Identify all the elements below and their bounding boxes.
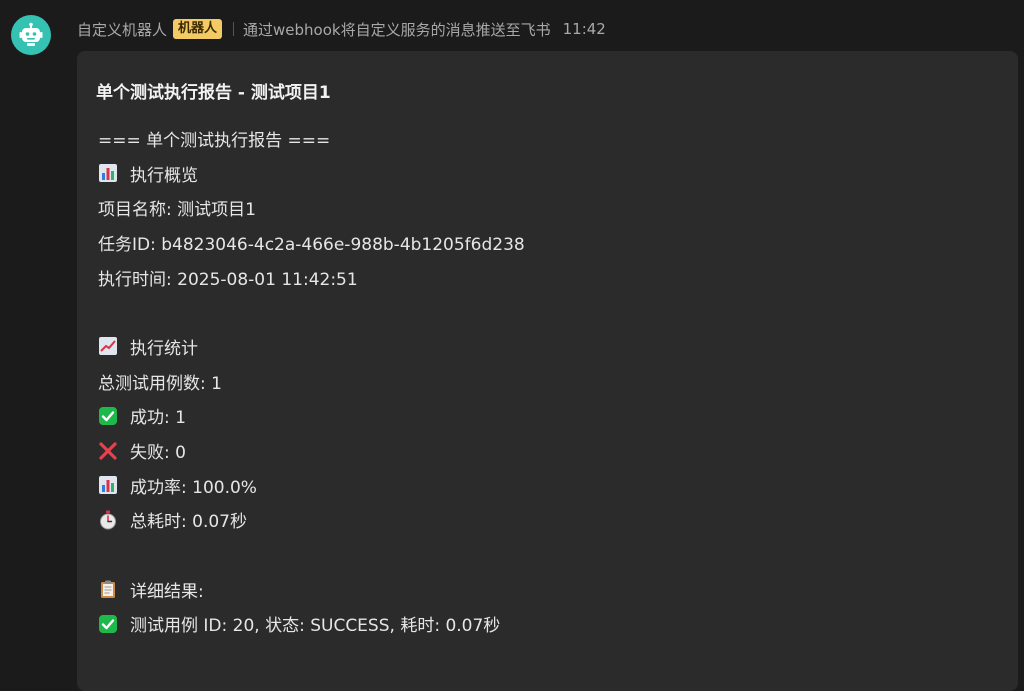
duration-line: 总耗时: 0.07秒: [98, 503, 998, 538]
message-card: 单个测试执行报告 - 测试项目1 === 单个测试执行报告 === 执行概览 项: [77, 51, 1018, 691]
check-mark-icon: [98, 614, 118, 634]
details-heading-text: 详细结果:: [130, 581, 204, 602]
bot-description: 通过webhook将自定义服务的消息推送至飞书: [243, 20, 551, 39]
task-id-text: 任务ID: b4823046-4c2a-466e-988b-4b1205f6d2…: [98, 234, 525, 255]
cross-mark-icon: [98, 441, 118, 461]
report-header-line: === 单个测试执行报告 ===: [98, 121, 998, 156]
stats-heading-line: 执行统计: [98, 329, 998, 364]
exec-time-line: 执行时间: 2025-08-01 11:42:51: [98, 260, 998, 295]
bar-chart-icon: [98, 475, 118, 495]
case-result-text: 测试用例 ID: 20, 状态: SUCCESS, 耗时: 0.07秒: [130, 616, 501, 637]
success-rate-text: 成功率: 100.0%: [130, 477, 257, 498]
exec-time-text: 执行时间: 2025-08-01 11:42:51: [98, 269, 358, 290]
duration-text: 总耗时: 0.07秒: [130, 512, 247, 533]
success-text: 成功: 1: [130, 408, 186, 429]
overview-heading-text: 执行概览: [130, 165, 198, 186]
sender-name[interactable]: 自定义机器人: [77, 19, 167, 40]
message-timestamp: 11:42: [562, 20, 606, 38]
project-name-text: 项目名称: 测试项目1: [98, 200, 256, 221]
report-header-text: === 单个测试执行报告 ===: [98, 130, 331, 151]
success-line: 成功: 1: [98, 399, 998, 434]
check-mark-icon: [98, 406, 118, 426]
stats-heading-text: 执行统计: [130, 338, 198, 359]
trend-chart-icon: [98, 336, 118, 356]
card-title: 单个测试执行报告 - 测试项目1: [96, 83, 331, 103]
bot-badge: 机器人: [173, 19, 223, 39]
success-rate-line: 成功率: 100.0%: [98, 468, 998, 503]
details-heading-line: 详细结果:: [98, 572, 998, 607]
robot-icon: [19, 22, 43, 46]
message-header: 自定义机器人 机器人 通过webhook将自定义服务的消息推送至飞书 11:42: [77, 18, 606, 40]
card-body: === 单个测试执行报告 === 执行概览 项目名称: 测试项目1 任务ID:: [98, 121, 998, 641]
stopwatch-icon: [98, 510, 118, 530]
total-cases-text: 总测试用例数: 1: [98, 373, 222, 394]
failed-line: 失败: 0: [98, 433, 998, 468]
failed-text: 失败: 0: [130, 443, 186, 464]
clipboard-icon: [98, 579, 118, 599]
case-result-line: 测试用例 ID: 20, 状态: SUCCESS, 耗时: 0.07秒: [98, 607, 998, 642]
total-cases-line: 总测试用例数: 1: [98, 364, 998, 399]
robot-avatar-icon[interactable]: [11, 15, 51, 55]
chat-message: 自定义机器人 机器人 通过webhook将自定义服务的消息推送至飞书 11:42…: [0, 0, 1024, 691]
overview-heading-line: 执行概览: [98, 156, 998, 191]
header-divider: [233, 22, 235, 36]
task-id-line: 任务ID: b4823046-4c2a-466e-988b-4b1205f6d2…: [98, 225, 998, 260]
bar-chart-icon: [98, 163, 118, 183]
project-name-line: 项目名称: 测试项目1: [98, 190, 998, 225]
